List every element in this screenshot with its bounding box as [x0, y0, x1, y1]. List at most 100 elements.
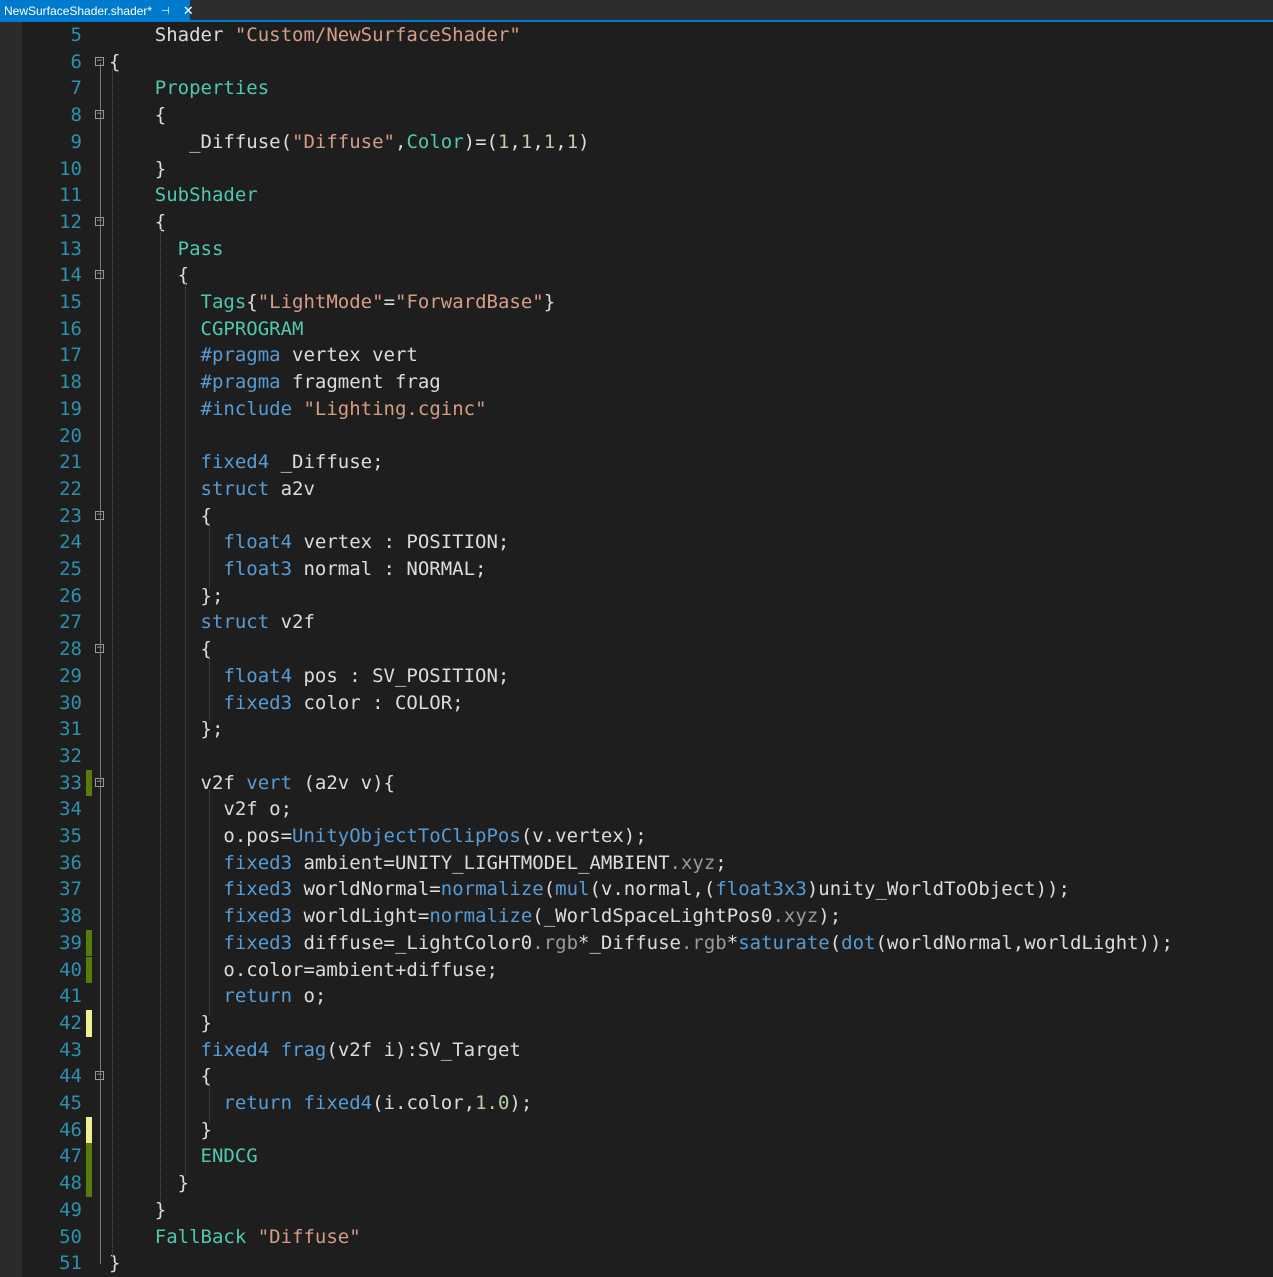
code-text: v2f o; — [109, 796, 292, 823]
code-line[interactable]: 17 #pragma vertex vert — [22, 342, 1273, 369]
indent-guide — [112, 68, 113, 1257]
code-text: Pass — [109, 236, 224, 263]
code-token: = — [383, 291, 396, 313]
code-token: (a2v v){ — [292, 771, 395, 794]
code-line[interactable]: 51} — [22, 1250, 1273, 1277]
code-line[interactable]: 14− { — [22, 262, 1273, 289]
code-line[interactable]: 21 fixed4 _Diffuse; — [22, 449, 1273, 476]
code-line[interactable]: 48 } — [22, 1170, 1273, 1197]
code-token: { — [109, 50, 121, 73]
code-token: .rgb — [680, 931, 727, 954]
line-number: 19 — [59, 397, 82, 420]
code-line[interactable]: 8− { — [22, 102, 1273, 129]
code-token: FallBack — [154, 1225, 247, 1248]
code-text: } — [109, 156, 166, 183]
code-line[interactable]: 49 } — [22, 1197, 1273, 1224]
code-line[interactable]: 19 #include "Lighting.cginc" — [22, 396, 1273, 423]
code-line[interactable]: 22 struct a2v — [22, 476, 1273, 503]
code-line[interactable]: 9 _Diffuse("Diffuse",Color)=(1,1,1,1) — [22, 129, 1273, 156]
code-token: "Lighting.cginc" — [303, 397, 487, 420]
code-text: float4 pos : SV_POSITION; — [109, 663, 509, 690]
code-line[interactable]: 43 fixed4 frag(v2f i):SV_Target — [22, 1037, 1273, 1064]
code-token: fixed3 — [223, 931, 293, 954]
code-line[interactable]: 47 ENDCG — [22, 1143, 1273, 1171]
code-line[interactable]: 50 FallBack "Diffuse" — [22, 1224, 1273, 1251]
pin-icon[interactable]: ⊣ — [161, 6, 170, 17]
code-line[interactable]: 11 SubShader — [22, 182, 1273, 209]
line-number: 33 — [59, 771, 82, 794]
code-token: UnityObjectToClipPos — [292, 825, 521, 847]
close-icon[interactable]: ✕ — [183, 3, 194, 19]
code-token: } — [109, 157, 167, 180]
code-token: "Custom/NewSurfaceShader" — [234, 24, 521, 46]
code-text: fixed3 color : COLOR; — [109, 690, 463, 717]
line-number: 42 — [59, 1011, 82, 1034]
code-token: } — [109, 1198, 167, 1221]
code-token: vert — [246, 771, 293, 794]
code-token: return — [223, 985, 293, 1008]
code-token: }; — [109, 718, 224, 741]
line-number: 11 — [59, 184, 82, 207]
line-number: 23 — [59, 504, 82, 527]
code-token: { — [246, 291, 258, 313]
tab-newsurfaceshader[interactable]: NewSurfaceShader.shader* ⊣ ✕ — [0, 0, 194, 22]
code-line[interactable]: 6−{ — [22, 49, 1273, 76]
code-line[interactable]: 27 struct v2f — [22, 609, 1273, 636]
line-number: 9 — [70, 130, 82, 153]
saved-change-marker — [86, 956, 92, 984]
indent-guide — [208, 522, 210, 589]
code-line[interactable]: 16 CGPROGRAM — [22, 316, 1273, 343]
code-token: Shader — [154, 24, 235, 46]
code-token: fixed3 — [223, 878, 293, 901]
code-editor[interactable]: 5 Shader "Custom/NewSurfaceShader" 6−{7 P… — [22, 22, 1273, 1277]
code-token: , — [394, 130, 407, 153]
code-line[interactable]: 15 Tags{"LightMode"="ForwardBase"} — [22, 289, 1273, 316]
code-token: "ForwardBase" — [395, 291, 544, 313]
line-number: 6 — [70, 50, 82, 73]
line-number: 12 — [59, 210, 82, 233]
code-token: 1 — [543, 130, 556, 153]
code-line[interactable]: 12− { — [22, 209, 1273, 236]
code-token: } — [543, 291, 556, 313]
code-text: }; — [109, 716, 224, 743]
code-token: fragment frag — [280, 371, 441, 394]
line-number: 15 — [59, 291, 82, 313]
code-line[interactable]: 18 #pragma fragment frag — [22, 369, 1273, 396]
code-token: , — [555, 130, 567, 153]
code-text: } — [109, 1197, 166, 1224]
code-token: , — [532, 130, 544, 153]
code-token: fixed3 — [223, 851, 293, 874]
code-text: struct v2f — [109, 609, 315, 636]
code-text: }; — [109, 583, 224, 610]
code-token: ambient=UNITY_LIGHTMODEL_AMBIENT — [292, 851, 670, 874]
line-number: 37 — [59, 878, 82, 901]
code-token: fixed3 — [223, 905, 293, 928]
code-token: v2f — [109, 771, 247, 794]
code-token: ; — [715, 851, 727, 874]
code-text: Tags{"LightMode"="ForwardBase"} — [109, 289, 556, 316]
code-line[interactable]: 32 — [22, 743, 1273, 770]
code-line[interactable]: 10 } — [22, 156, 1273, 183]
line-number: 32 — [59, 744, 82, 767]
code-token: fixed4 — [303, 1092, 373, 1114]
code-line[interactable]: 13 Pass — [22, 236, 1273, 263]
code-line[interactable]: 20 — [22, 423, 1273, 450]
line-number: 31 — [59, 718, 82, 741]
code-token: (v2f i):SV_Target — [326, 1038, 521, 1061]
code-text: fixed3 worldLight=normalize(_WorldSpaceL… — [109, 903, 841, 930]
code-token: "Diffuse" — [292, 130, 395, 153]
code-text: o.color=ambient+diffuse; — [109, 957, 498, 984]
code-line[interactable]: 7 Properties — [22, 75, 1273, 102]
code-line[interactable]: 5 Shader "Custom/NewSurfaceShader" — [22, 22, 1273, 49]
